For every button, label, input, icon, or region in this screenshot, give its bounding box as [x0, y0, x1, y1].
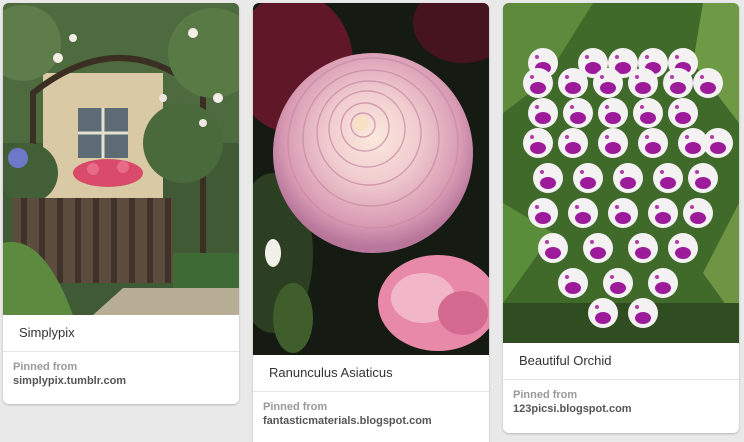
source-domain-link[interactable]: 123picsi.blogspot.com: [513, 402, 729, 416]
pin-source[interactable]: Pinned from 123picsi.blogspot.com: [503, 380, 739, 416]
source-domain-link[interactable]: simplypix.tumblr.com: [13, 374, 229, 388]
pin-description[interactable]: Beautiful Orchid: [503, 343, 739, 380]
source-domain-link[interactable]: fantasticmaterials.blogspot.com: [263, 414, 479, 428]
pin-description[interactable]: Ranunculus Asiaticus: [253, 355, 489, 392]
pinned-from-label: Pinned from: [513, 389, 578, 401]
pin-board: Simplypix Pinned from simplypix.tumblr.c…: [0, 0, 744, 442]
pin-image-orchid[interactable]: [503, 3, 739, 343]
pinned-from-label: Pinned from: [263, 401, 328, 413]
pin-image-cottage-garden[interactable]: [3, 3, 239, 315]
pin-image-ranunculus[interactable]: [253, 3, 489, 355]
pin-description[interactable]: Simplypix: [3, 315, 239, 352]
pin-source[interactable]: Pinned from simplypix.tumblr.com: [3, 352, 239, 388]
pin-card[interactable]: Ranunculus Asiaticus Pinned from fantast…: [253, 3, 489, 442]
pinned-from-label: Pinned from: [13, 361, 78, 373]
pin-card[interactable]: Beautiful Orchid Pinned from 123picsi.bl…: [503, 3, 739, 433]
pin-card[interactable]: Simplypix Pinned from simplypix.tumblr.c…: [3, 3, 239, 404]
pin-source[interactable]: Pinned from fantasticmaterials.blogspot.…: [253, 392, 489, 428]
